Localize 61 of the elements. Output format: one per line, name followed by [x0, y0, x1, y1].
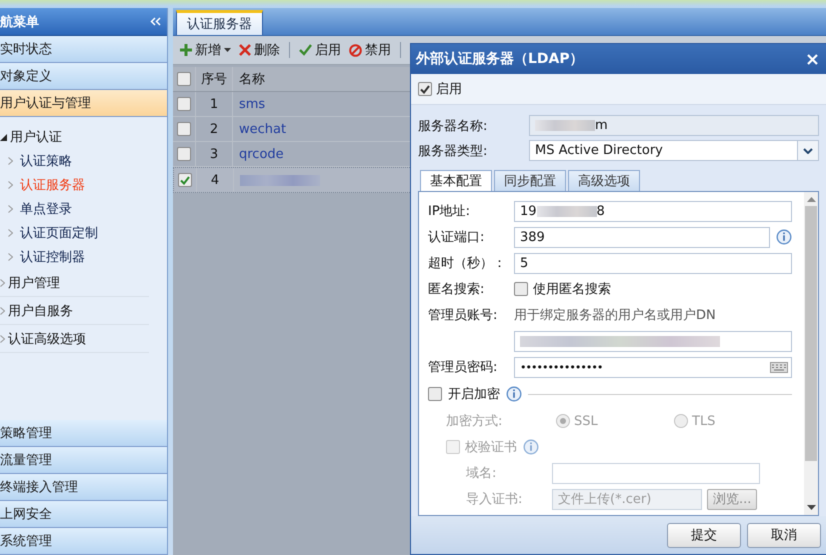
menu-item[interactable]: 流量管理	[0, 447, 167, 474]
menu-item[interactable]: 上网安全	[0, 501, 167, 528]
field-label: 认证端口:	[428, 229, 486, 246]
toolbar-button[interactable]: 删除	[236, 39, 283, 61]
section-label: 开启加密	[448, 386, 500, 403]
table-cell: 2	[196, 117, 233, 141]
radio-label: SSL	[574, 414, 598, 428]
tab[interactable]: 高级选项	[568, 170, 640, 191]
sidebar-title: 航菜单	[0, 14, 39, 30]
dialog-button[interactable]: 提交	[667, 522, 741, 548]
dialog-title: 外部认证服务器（LDAP）	[416, 50, 584, 68]
checkbox-label: 校验证书	[465, 439, 517, 456]
server-type-dropdown[interactable]: MS Active Directory	[529, 140, 819, 161]
menu-item[interactable]: 终端接入管理	[0, 474, 167, 501]
toolbar-button[interactable]: 新增	[177, 39, 234, 61]
tree-item[interactable]: 认证页面定制	[20, 224, 98, 242]
timeout-field[interactable]: 5	[514, 252, 792, 274]
table-cell: 4	[197, 168, 234, 192]
tab[interactable]: 基本配置	[420, 170, 492, 191]
server-name-field[interactable]: m	[529, 115, 819, 136]
tab[interactable]: 认证服务器	[176, 10, 263, 35]
tree-item[interactable]: 用户自服务	[8, 302, 73, 320]
dialog-button[interactable]: 取消	[747, 522, 821, 548]
toolbar-button[interactable]: 启用	[296, 39, 344, 61]
field-label: 导入证书:	[465, 491, 524, 508]
menu-item[interactable]: 用户认证与管理	[0, 90, 167, 117]
tree-item[interactable]: 用户认证	[10, 128, 62, 146]
tree-item[interactable]: 认证高级选项	[8, 330, 86, 348]
table-cell[interactable]: sms	[239, 96, 266, 112]
toolbar-button[interactable]: 禁用	[346, 39, 394, 61]
tree-item[interactable]: 认证控制器	[20, 248, 85, 266]
field-hint: 用于绑定服务器的用户名或用户DN	[514, 307, 716, 324]
checkbox-label: 启用	[436, 81, 462, 98]
tab[interactable]: 同步配置	[494, 170, 566, 191]
field-label: 管理员密码:	[428, 359, 498, 376]
menu-item[interactable]: 策略管理	[0, 420, 167, 447]
table-cell: 1	[196, 92, 233, 116]
field-label: 域名:	[465, 465, 498, 482]
field-label: IP地址:	[428, 203, 472, 220]
ip-address-field[interactable]: 19 8	[514, 200, 792, 222]
radio-label: TLS	[692, 414, 716, 428]
menu-item[interactable]: 对象定义	[0, 63, 167, 90]
column-header[interactable]: 序号	[196, 67, 233, 91]
tree-item[interactable]: 用户管理	[8, 274, 60, 292]
tree-item[interactable]: 认证策略	[20, 152, 72, 170]
table-cell: 3	[196, 142, 233, 166]
table-cell[interactable]: wechat	[239, 122, 286, 136]
field-label: 加密方式:	[445, 413, 504, 430]
column-header[interactable]: 名称	[233, 67, 265, 91]
field-label: 超时（秒）：	[428, 255, 507, 272]
menu-item[interactable]: 系统管理	[0, 528, 167, 555]
menu-item[interactable]: 实时状态	[0, 36, 167, 63]
password-field[interactable]: •••••••••••••••	[514, 356, 792, 378]
field-label: 服务器名称:	[418, 118, 488, 134]
tree-item[interactable]: 单点登录	[20, 200, 72, 218]
table-cell[interactable]: qrcode	[239, 146, 284, 162]
checkbox-label: 使用匿名搜索	[533, 281, 611, 298]
field-label: 匿名搜索:	[428, 281, 486, 298]
port-field[interactable]: 389	[514, 226, 770, 248]
field-label: 服务器类型:	[418, 142, 488, 160]
field-label: 管理员账号:	[428, 307, 498, 324]
